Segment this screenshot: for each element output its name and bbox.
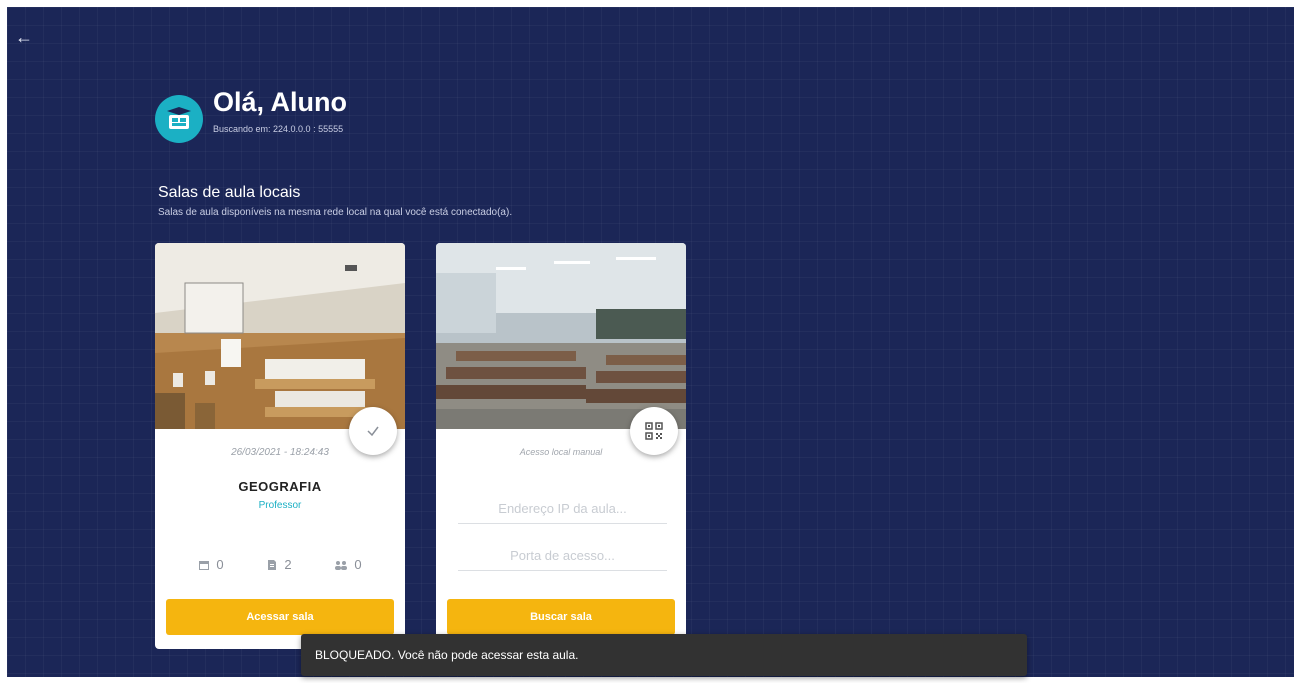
classroom-card: 26/03/2021 - 18:24:43 GEOGRAFIA Professo… [155,243,405,649]
calendar-icon [199,560,210,570]
port-input[interactable] [458,540,667,571]
class-datetime: 26/03/2021 - 18:24:43 [231,447,329,458]
stat-files: 2 [266,557,292,572]
manual-classroom-photo [436,243,686,429]
ip-address-input[interactable] [458,493,667,524]
classroom-logo-icon [155,95,203,143]
stat-calendar: 0 [198,557,224,572]
app-window: ← Olá, Aluno Buscando em: 224.0.0.0 : 55… [7,7,1294,677]
class-teacher: Professor [258,500,302,511]
class-stats: 0 2 0 [155,557,405,572]
class-subject: GEOGRAFIA [238,479,322,494]
enter-room-button[interactable]: Acessar sala [166,599,394,635]
stat-files-value: 2 [284,557,292,572]
blocked-snackbar: BLOQUEADO. Você não pode acessar esta au… [301,634,1027,676]
searching-address: Buscando em: 224.0.0.0 : 55555 [213,124,344,134]
manual-access-label: Acesso local manual [519,447,603,457]
manual-access-card: Acesso local manual Buscar sala [436,243,686,649]
people-icon [335,560,348,570]
stat-people-value: 0 [354,557,362,572]
section-subtitle: Salas de aula disponíveis na mesma rede … [158,207,513,218]
search-room-button[interactable]: Buscar sala [447,599,675,635]
stat-calendar-value: 0 [216,557,224,572]
file-icon [268,559,277,570]
classroom-photo [155,243,405,429]
back-arrow-icon[interactable]: ← [15,27,35,47]
greeting-title: Olá, Aluno [213,87,347,117]
section-title: Salas de aula locais [158,184,301,201]
stat-people: 0 [334,557,362,572]
